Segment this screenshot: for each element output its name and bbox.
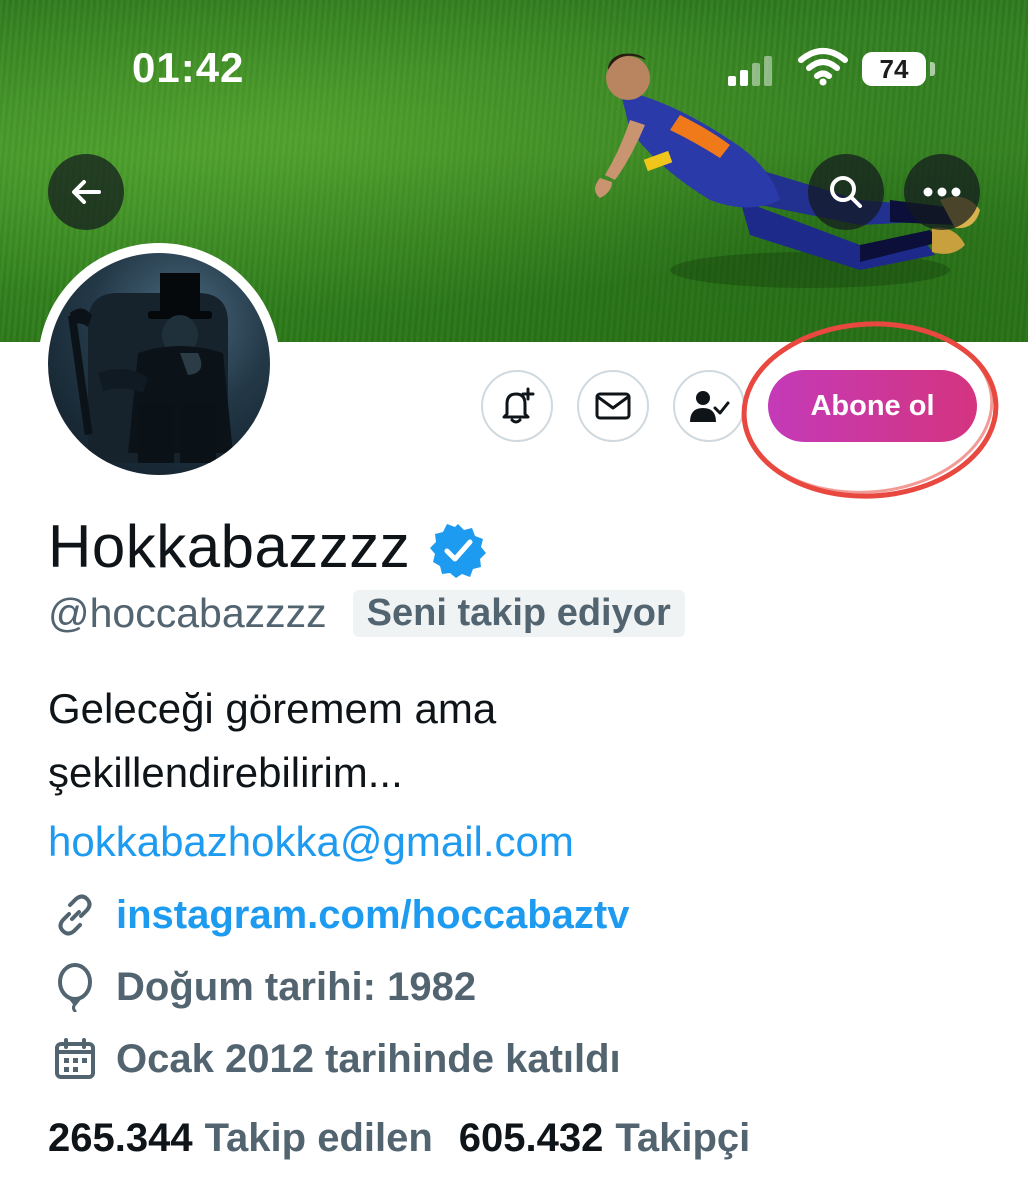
search-button[interactable]	[808, 154, 884, 230]
join-date-text: Ocak 2012 tarihinde katıldı	[116, 1036, 621, 1081]
notifications-button[interactable]	[481, 370, 553, 442]
display-name: Hokkabazzzz	[48, 513, 411, 580]
bio-line-1: Geleceği göremem ama	[48, 685, 497, 732]
cellular-signal-icon	[728, 56, 772, 86]
arrow-left-icon	[72, 180, 101, 204]
more-options-button[interactable]	[904, 154, 980, 230]
bio-line-2: şekillendirebilirim...	[48, 749, 403, 796]
following-stat[interactable]: 265.344 Takip edilen	[48, 1116, 433, 1161]
link-icon	[48, 888, 102, 942]
wifi-icon	[798, 48, 848, 86]
followers-stat[interactable]: 605.432 Takipçi	[459, 1116, 750, 1161]
profile-name-row: Hokkabazzzz	[48, 512, 487, 581]
calendar-icon	[48, 1032, 102, 1086]
followers-count: 605.432	[458, 1116, 604, 1160]
website-link[interactable]: instagram.com/hoccabaztv	[116, 893, 630, 938]
follow-stats: 265.344 Takip edilen 605.432 Takipçi	[48, 1116, 750, 1161]
profile-avatar[interactable]	[38, 243, 280, 485]
website-row: instagram.com/hoccabaztv	[48, 888, 630, 942]
following-count: 265.344	[48, 1116, 193, 1160]
following-label: Takip edilen	[204, 1116, 433, 1160]
message-button[interactable]	[577, 370, 649, 442]
battery-level: 74	[862, 52, 926, 86]
bio-email-link[interactable]: hokkabazhokka@gmail.com	[48, 818, 574, 866]
search-icon	[830, 176, 862, 208]
status-bar: 01:42 74	[0, 0, 1028, 110]
back-button[interactable]	[48, 154, 124, 230]
profile-bio: Geleceği göremem ama şekillendirebilirim…	[48, 677, 496, 805]
avatar-image	[48, 253, 270, 475]
user-handle: @hoccabazzzz	[48, 590, 327, 636]
highlight-circle-annotation	[741, 321, 999, 499]
person-check-icon	[690, 391, 730, 422]
battery-tip	[930, 62, 935, 76]
birthday-row: Doğum tarihi: 1982	[48, 960, 476, 1014]
status-time: 01:42	[132, 44, 245, 91]
profile-handle-row: @hoccabazzzz Seni takip ediyor	[48, 590, 685, 637]
following-button[interactable]	[673, 370, 745, 442]
follows-you-badge: Seni takip ediyor	[352, 590, 685, 637]
verified-badge-icon[interactable]	[430, 522, 487, 578]
more-horizontal-icon	[923, 187, 961, 197]
avatar-figure	[67, 273, 233, 463]
bell-plus-icon	[502, 387, 535, 424]
mail-icon	[595, 392, 631, 420]
followers-label: Takipçi	[615, 1116, 751, 1160]
birthday-text: Doğum tarihi: 1982	[116, 964, 477, 1009]
balloon-icon	[48, 960, 102, 1014]
join-date-row: Ocak 2012 tarihinde katıldı	[48, 1032, 621, 1086]
